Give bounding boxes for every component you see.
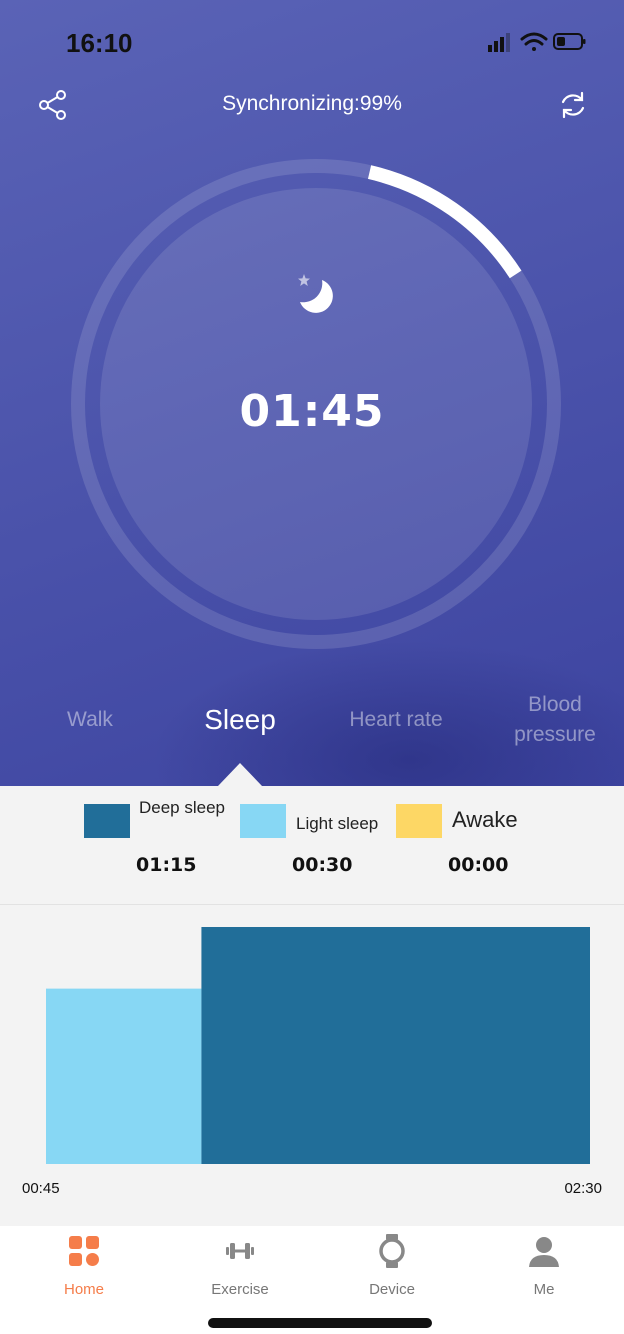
legend-label-deep: Deep sleep	[139, 798, 226, 817]
nav-me-label: Me	[533, 1281, 555, 1298]
status-time: 16:10	[66, 28, 133, 58]
legend-swatch-deep	[84, 804, 130, 838]
tab-blood-pressure[interactable]: Blood pressure	[496, 690, 614, 750]
sleep-hero: 16:10 Synchronizing:99% 01:45 Walk Sleep…	[0, 0, 624, 786]
user-icon	[529, 1237, 559, 1267]
tab-sleep[interactable]: Sleep	[178, 704, 302, 736]
signal-icon	[488, 33, 510, 52]
dumbbell-icon	[226, 1243, 254, 1259]
nav-me[interactable]: Me	[494, 1234, 594, 1298]
legend-swatch-awake	[396, 804, 442, 838]
nav-device[interactable]: Device	[342, 1234, 442, 1298]
x-axis-start-label: 00:45	[22, 1180, 60, 1197]
legend-label-light: Light sleep	[296, 814, 379, 833]
legend-value-deep: 01:15	[136, 854, 197, 876]
legend-value-awake: 00:00	[448, 854, 509, 876]
x-axis-end-label: 02:30	[564, 1180, 602, 1197]
nav-exercise-label: Exercise	[211, 1281, 269, 1298]
legend-swatch-light	[240, 804, 286, 838]
watch-icon	[379, 1234, 405, 1268]
tab-heart-rate[interactable]: Heart rate	[326, 708, 466, 732]
status-bar: 16:10	[0, 0, 624, 80]
nav-exercise[interactable]: Exercise	[190, 1234, 290, 1298]
battery-icon	[553, 33, 586, 50]
nav-home[interactable]: Home	[34, 1234, 134, 1298]
nav-device-label: Device	[369, 1281, 415, 1298]
chart-bars	[46, 927, 590, 1164]
sync-icon[interactable]	[556, 88, 590, 122]
wifi-icon	[520, 32, 548, 51]
sleep-bar-light-sleep	[46, 988, 202, 1164]
sleep-stage-chart	[0, 905, 624, 1225]
sync-status-title: Synchronizing:99%	[222, 92, 402, 115]
tab-walk[interactable]: Walk	[40, 708, 140, 732]
moon-star-icon	[298, 274, 333, 313]
active-tab-pointer	[218, 763, 262, 786]
metric-tabs: Walk Sleep Heart rate Blood pressure	[0, 686, 624, 756]
sleep-total-time: 01:45	[239, 386, 385, 437]
legend-label-awake: Awake	[452, 807, 518, 832]
legend-value-light: 00:30	[292, 854, 353, 876]
sleep-legend: Deep sleep 01:15 Light sleep 00:30 Awake…	[0, 786, 624, 904]
sleep-bar-deep-sleep	[201, 927, 590, 1164]
home-indicator	[208, 1318, 432, 1328]
home-grid-icon	[69, 1236, 99, 1266]
nav-home-label: Home	[63, 1281, 104, 1298]
status-icons	[488, 32, 586, 52]
header: Synchronizing:99%	[0, 86, 624, 126]
